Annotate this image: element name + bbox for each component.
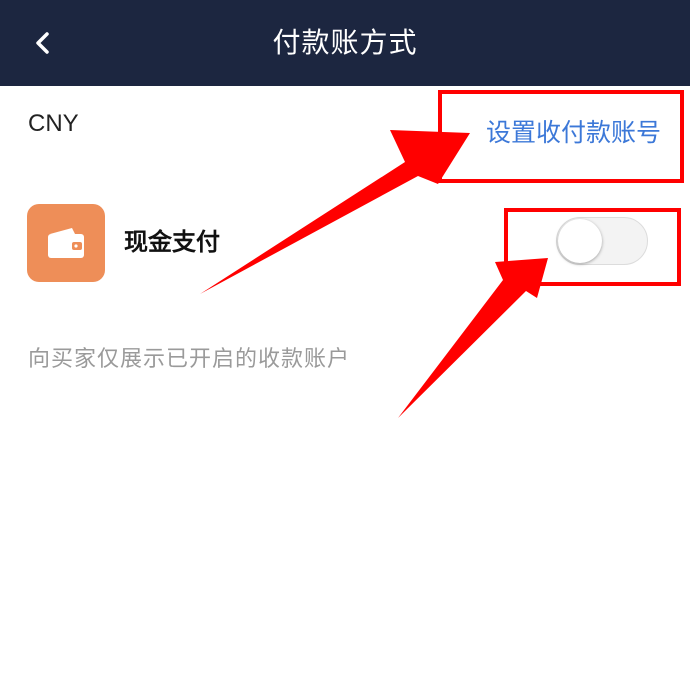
payment-methods-page: 付款账方式 CNY 设置收付款账号 现金支付 向买家仅展示已开启的收款账户	[0, 0, 690, 691]
page-title: 付款账方式	[272, 26, 418, 59]
back-button[interactable]	[18, 18, 68, 68]
top-navigation-bar: 付款账方式	[0, 0, 690, 86]
chevron-left-icon	[36, 32, 49, 54]
visibility-note: 向买家仅展示已开启的收款账户	[28, 347, 351, 372]
payment-method-label: 现金支付	[124, 228, 220, 256]
payment-method-row-cash: 现金支付	[0, 200, 690, 290]
cash-payment-toggle[interactable]	[556, 217, 648, 265]
cash-payment-icon-tile	[27, 204, 105, 282]
toggle-knob	[558, 219, 602, 263]
set-payment-account-link[interactable]: 设置收付款账号	[486, 113, 661, 149]
currency-label: CNY	[28, 110, 79, 137]
wallet-icon	[48, 228, 84, 258]
